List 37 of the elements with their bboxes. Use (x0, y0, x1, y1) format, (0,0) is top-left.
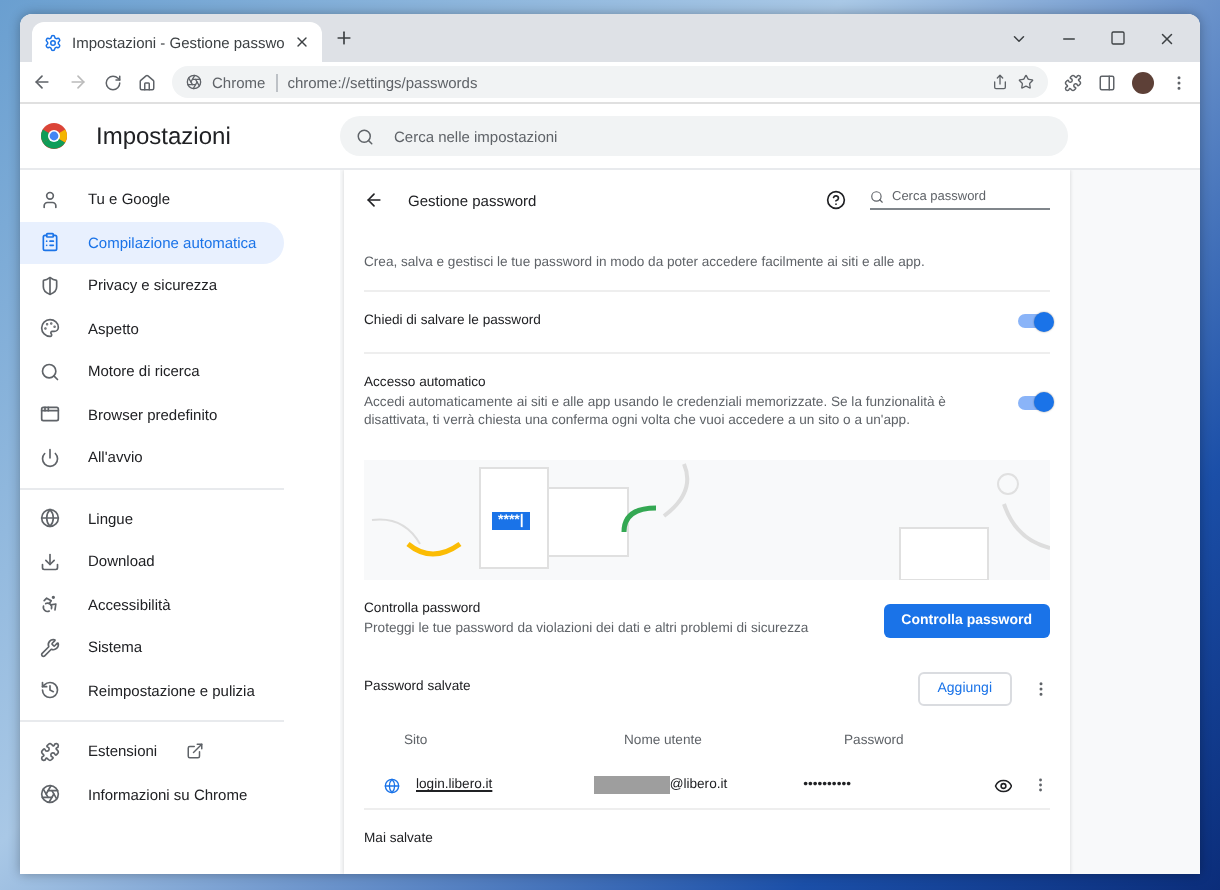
star-icon (1018, 74, 1034, 90)
site-icon (384, 777, 400, 794)
search-icon (356, 127, 374, 145)
close-icon (294, 34, 311, 50)
side-panel-icon (1098, 73, 1116, 91)
eye-icon[interactable] (994, 775, 1013, 796)
help-icon[interactable] (826, 190, 846, 210)
toggle-switch[interactable] (1018, 314, 1050, 329)
share-icon (992, 74, 1008, 90)
history-icon (40, 680, 60, 701)
redaction-block (593, 776, 670, 795)
close-icon (1158, 29, 1176, 47)
new-tab-icon[interactable] (334, 28, 355, 48)
puzzle-icon (1064, 73, 1082, 91)
reload-icon (104, 73, 122, 91)
search-icon (870, 190, 884, 204)
clipboard-icon (40, 232, 60, 253)
power-icon (40, 447, 60, 468)
download-icon (40, 551, 60, 572)
back-icon[interactable] (364, 190, 384, 210)
forward-icon (68, 72, 88, 92)
gear-icon (44, 33, 62, 51)
globe-icon (40, 508, 60, 529)
settings-title: Impostazioni (96, 122, 231, 150)
puzzle-icon (40, 741, 60, 762)
palette-icon (40, 318, 60, 339)
accessibility-icon (40, 594, 60, 615)
toggle-switch[interactable] (1018, 395, 1050, 410)
shield-icon (40, 275, 60, 296)
back-icon (32, 72, 52, 92)
avatar-icon[interactable] (1132, 71, 1154, 93)
home-icon (138, 73, 156, 91)
maximize-icon (1110, 30, 1126, 46)
person-icon (40, 189, 60, 210)
browser-window-icon (40, 404, 60, 425)
wrench-icon (40, 637, 60, 658)
search-icon (40, 361, 60, 382)
